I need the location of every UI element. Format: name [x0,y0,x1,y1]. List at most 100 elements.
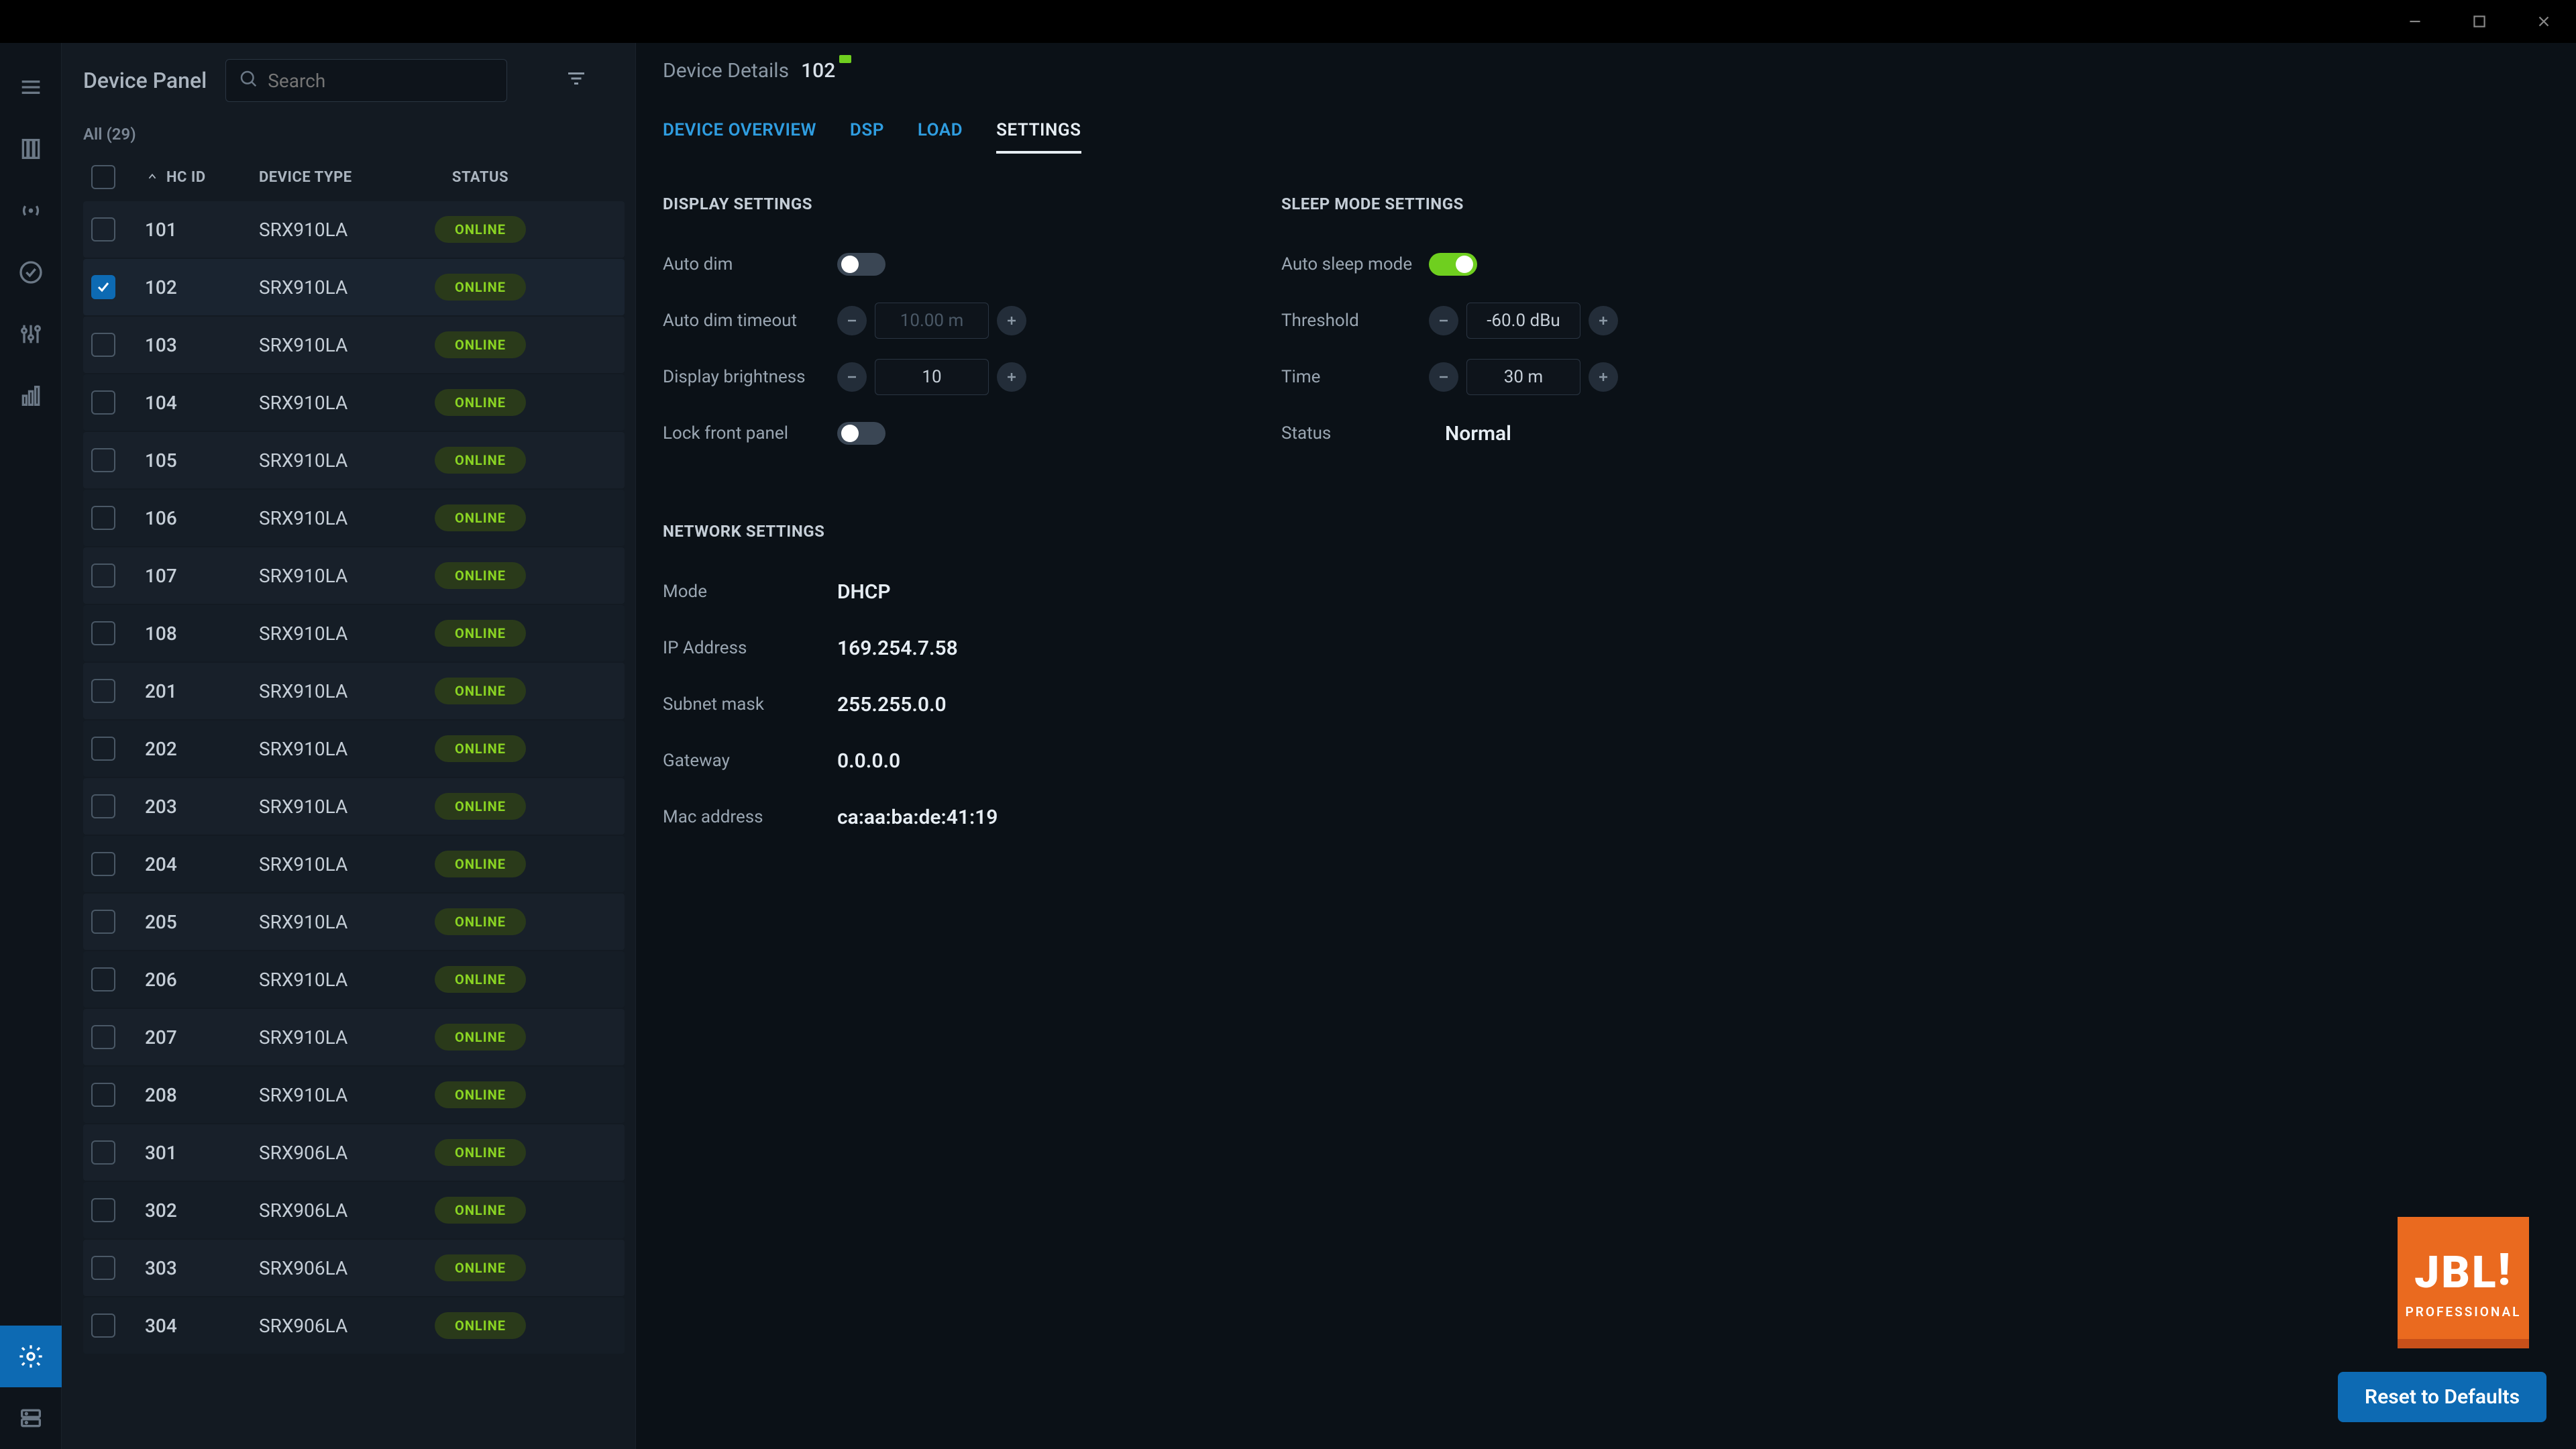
table-row[interactable]: 304SRX906LAONLINE [83,1297,625,1354]
auto-dim-timeout-input [875,303,989,339]
row-type: SRX910LA [259,392,407,414]
window-close-button[interactable] [2512,0,2576,43]
filter-summary[interactable]: All (29) [62,118,635,153]
tab-load[interactable]: LOAD [918,109,963,154]
table-row[interactable]: 107SRX910LAONLINE [83,547,625,604]
row-status: ONLINE [407,678,554,704]
reset-to-defaults-button[interactable]: Reset to Defaults [2338,1372,2546,1422]
table-row[interactable]: 208SRX910LAONLINE [83,1067,625,1123]
row-checkbox[interactable] [91,1256,115,1280]
row-checkbox[interactable] [91,217,115,241]
table-row[interactable]: 206SRX910LAONLINE [83,951,625,1008]
threshold-decrement[interactable] [1429,306,1458,335]
row-checkbox[interactable] [91,564,115,588]
table-row[interactable]: 301SRX906LAONLINE [83,1124,625,1181]
auto-dim-toggle[interactable] [837,253,885,276]
tab-settings[interactable]: SETTINGS [996,109,1081,154]
settings-gear-icon[interactable] [0,1326,62,1387]
table-row[interactable]: 105SRX910LAONLINE [83,432,625,488]
column-status[interactable]: STATUS [407,169,554,186]
server-icon[interactable] [0,1387,62,1449]
table-row[interactable]: 203SRX910LAONLINE [83,778,625,835]
table-row[interactable]: 205SRX910LAONLINE [83,894,625,950]
time-increment[interactable] [1589,362,1618,392]
bar-chart-icon[interactable] [0,365,62,427]
row-checkbox[interactable] [91,333,115,357]
row-checkbox[interactable] [91,852,115,876]
table-row[interactable]: 103SRX910LAONLINE [83,317,625,373]
check-circle-icon[interactable] [0,241,62,303]
row-checkbox[interactable] [91,1313,115,1338]
row-checkbox[interactable] [91,910,115,934]
threshold-input[interactable] [1466,303,1580,339]
filter-icon[interactable] [564,66,588,95]
row-type: SRX910LA [259,680,407,702]
table-row[interactable]: 201SRX910LAONLINE [83,663,625,719]
brightness-increment[interactable] [997,362,1026,392]
tab-dsp[interactable]: DSP [850,109,884,154]
table-row[interactable]: 101SRX910LAONLINE [83,201,625,258]
table-row[interactable]: 202SRX910LAONLINE [83,720,625,777]
subnet-mask-value: 255.255.0.0 [837,693,947,716]
auto-dim-timeout-decrement[interactable] [837,306,867,335]
tab-device-overview[interactable]: DEVICE OVERVIEW [663,109,816,154]
row-checkbox[interactable] [91,679,115,703]
row-checkbox[interactable] [91,1025,115,1049]
row-status: ONLINE [407,1254,554,1281]
row-type: SRX906LA [259,1315,407,1337]
device-panel: Device Panel All (29) HC ID DEVICE TYPE … [62,43,636,1449]
search-icon [238,68,258,93]
table-row[interactable]: 204SRX910LAONLINE [83,836,625,892]
window-maximize-button[interactable] [2447,0,2512,43]
row-checkbox[interactable] [91,1083,115,1107]
table-row[interactable]: 302SRX906LAONLINE [83,1182,625,1238]
table-row[interactable]: 102SRX910LAONLINE [83,259,625,315]
sliders-icon[interactable] [0,303,62,365]
row-checkbox[interactable] [91,621,115,645]
row-status: ONLINE [407,1312,554,1339]
threshold-increment[interactable] [1589,306,1618,335]
table-header: HC ID DEVICE TYPE STATUS [83,153,625,201]
time-decrement[interactable] [1429,362,1458,392]
row-checkbox[interactable] [91,448,115,472]
row-status: ONLINE [407,1197,554,1224]
auto-sleep-label: Auto sleep mode [1281,254,1429,274]
row-checkbox[interactable] [91,737,115,761]
row-status: ONLINE [407,1139,554,1166]
row-checkbox[interactable] [91,1140,115,1165]
table-row[interactable]: 303SRX906LAONLINE [83,1240,625,1296]
column-hcid[interactable]: HC ID [145,169,259,186]
columns-icon[interactable] [0,118,62,180]
window-titlebar [0,0,2576,43]
table-row[interactable]: 207SRX910LAONLINE [83,1009,625,1065]
status-label: Status [1281,423,1429,443]
row-checkbox[interactable] [91,794,115,818]
row-status: ONLINE [407,216,554,243]
lock-front-panel-toggle[interactable] [837,422,885,445]
table-row[interactable]: 104SRX910LAONLINE [83,374,625,431]
select-all-checkbox[interactable] [91,165,115,189]
menu-icon[interactable] [0,56,62,118]
row-checkbox[interactable] [91,1198,115,1222]
row-type: SRX910LA [259,796,407,818]
row-checkbox[interactable] [91,390,115,415]
table-row[interactable]: 108SRX910LAONLINE [83,605,625,661]
row-type: SRX910LA [259,911,407,933]
signal-icon[interactable] [0,180,62,241]
window-minimize-button[interactable] [2383,0,2447,43]
auto-sleep-toggle[interactable] [1429,253,1477,276]
row-checkbox[interactable] [91,506,115,530]
nav-rail [0,43,62,1449]
row-checkbox[interactable] [91,967,115,991]
brightness-input[interactable] [875,359,989,395]
table-row[interactable]: 106SRX910LAONLINE [83,490,625,546]
row-hcid: 107 [145,565,259,587]
brightness-decrement[interactable] [837,362,867,392]
search-box[interactable] [225,59,507,102]
time-input[interactable] [1466,359,1580,395]
display-settings-section: DISPLAY SETTINGS Auto dim Auto dim timeo… [663,195,1026,845]
search-input[interactable] [268,70,507,92]
row-checkbox[interactable] [91,275,115,299]
auto-dim-timeout-increment[interactable] [997,306,1026,335]
column-type[interactable]: DEVICE TYPE [259,169,407,186]
